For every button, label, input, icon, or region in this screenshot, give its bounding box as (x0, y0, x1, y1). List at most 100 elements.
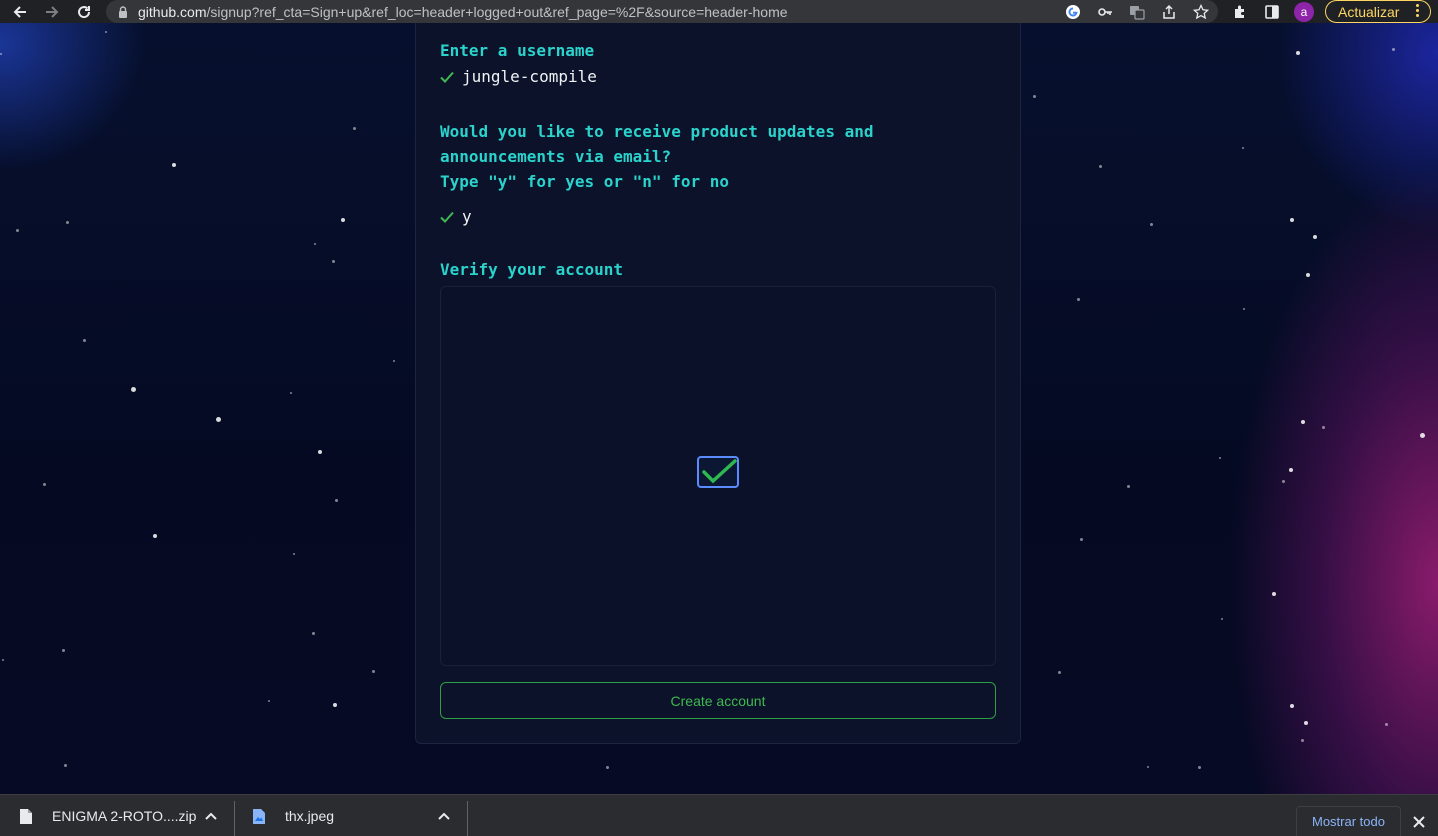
star-dot (332, 260, 335, 263)
verify-prompt: Verify your account (440, 260, 624, 279)
star-dot (314, 243, 316, 245)
page-background: Enter a username jungle-compile Would yo… (0, 23, 1438, 794)
file-icon (20, 808, 32, 824)
star-dot (293, 553, 295, 555)
star-dot (341, 218, 345, 222)
username-value: jungle-compile (462, 67, 597, 86)
download-filename: thx.jpeg (285, 808, 335, 824)
arrow-right-icon (46, 5, 59, 18)
bookmark-star-icon[interactable] (1192, 3, 1210, 21)
email-answer[interactable]: y (440, 207, 472, 226)
address-bar[interactable]: github.com/signup?ref_cta=Sign+up&ref_lo… (106, 0, 1218, 23)
star-dot (335, 499, 338, 502)
star-dot (216, 417, 221, 422)
star-dot (318, 450, 322, 454)
star-dot (1058, 671, 1061, 674)
download-bar: ENIGMA 2-ROTO....zip thx.jpeg (0, 794, 1438, 836)
email-value: y (462, 207, 472, 226)
verification-checkbox[interactable] (697, 456, 739, 488)
download-item-zip[interactable]: ENIGMA 2-ROTO....zip (20, 795, 196, 836)
star-dot (1296, 51, 1300, 55)
star-dot (1221, 618, 1223, 620)
download-filename: ENIGMA 2-ROTO....zip (52, 808, 197, 824)
chevron-up-icon[interactable] (205, 811, 217, 821)
show-all-button[interactable]: Mostrar todo (1296, 806, 1401, 836)
star-dot (131, 387, 136, 392)
star-dot (268, 700, 270, 702)
star-dot (1242, 147, 1244, 149)
more-vert-icon[interactable] (1416, 4, 1420, 17)
star-dot (1243, 308, 1245, 310)
reload-button[interactable] (68, 0, 100, 23)
star-dot (333, 703, 337, 707)
star-dot (1127, 485, 1130, 488)
star-dot (1301, 739, 1304, 742)
star-dot (1282, 480, 1285, 483)
check-icon (440, 71, 454, 83)
url-path: /signup?ref_cta=Sign+up&ref_loc=header+l… (206, 3, 788, 20)
star-dot (1290, 704, 1294, 708)
star-dot (62, 649, 65, 652)
star-dot (353, 127, 356, 130)
star-dot (1420, 433, 1425, 438)
star-dot (172, 163, 176, 167)
star-dot (153, 534, 157, 538)
email-prompt-line-3: Type "y" for yes or "n" for no (440, 172, 729, 191)
star-dot (43, 483, 46, 486)
star-dot (66, 221, 69, 224)
star-dot (290, 392, 292, 394)
avatar: a (1294, 1, 1314, 22)
star-dot (1306, 273, 1310, 277)
close-icon[interactable] (1412, 815, 1426, 829)
star-dot (83, 339, 86, 342)
share-icon[interactable] (1160, 3, 1178, 21)
verification-panel (440, 286, 996, 666)
star-dot (1290, 218, 1294, 222)
create-account-button[interactable]: Create account (440, 682, 996, 719)
divider (467, 801, 468, 836)
star-dot (1219, 457, 1221, 459)
chevron-up-icon[interactable] (438, 811, 450, 821)
download-item-jpeg[interactable]: thx.jpeg (253, 795, 334, 836)
url-text: github.com/signup?ref_cta=Sign+up&ref_lo… (138, 4, 788, 20)
email-prompt-line-2: announcements via email? (440, 147, 672, 166)
url-host: github.com (138, 3, 207, 20)
extensions-puzzle-icon[interactable] (1230, 2, 1250, 22)
google-icon[interactable] (1064, 3, 1082, 21)
star-dot (2, 659, 4, 661)
star-dot (1322, 426, 1325, 429)
star-dot (1077, 298, 1080, 301)
star-dot (606, 766, 609, 769)
back-button[interactable] (4, 0, 36, 23)
key-icon[interactable] (1096, 3, 1114, 21)
star-dot (1392, 48, 1395, 51)
star-dot (1099, 165, 1102, 168)
translate-icon[interactable] (1128, 3, 1146, 21)
reload-icon (78, 5, 91, 18)
star-dot (0, 53, 2, 55)
star-dot (1147, 766, 1149, 768)
browser-toolbar: github.com/signup?ref_cta=Sign+up&ref_lo… (0, 0, 1438, 23)
star-dot (372, 670, 375, 673)
star-dot (1385, 723, 1388, 726)
star-dot (1080, 538, 1083, 541)
username-answer[interactable]: jungle-compile (440, 67, 597, 86)
update-button[interactable]: Actualizar (1325, 0, 1431, 23)
profile-avatar[interactable]: a (1294, 1, 1314, 22)
lock-icon (119, 5, 127, 18)
star-dot (64, 764, 67, 767)
email-prompt-line-1: Would you like to receive product update… (440, 122, 874, 141)
star-dot (1304, 721, 1308, 725)
star-dot (1033, 95, 1036, 98)
side-panel-icon[interactable] (1262, 2, 1282, 22)
star-dot (393, 360, 395, 362)
divider (234, 801, 235, 836)
forward-button[interactable] (36, 0, 68, 23)
checkmark-icon (702, 459, 737, 484)
star-dot (1289, 468, 1293, 472)
star-dot (105, 31, 107, 33)
username-prompt: Enter a username (440, 41, 595, 60)
image-file-icon (253, 808, 265, 824)
star-dot (1313, 235, 1317, 239)
check-icon (440, 211, 454, 223)
